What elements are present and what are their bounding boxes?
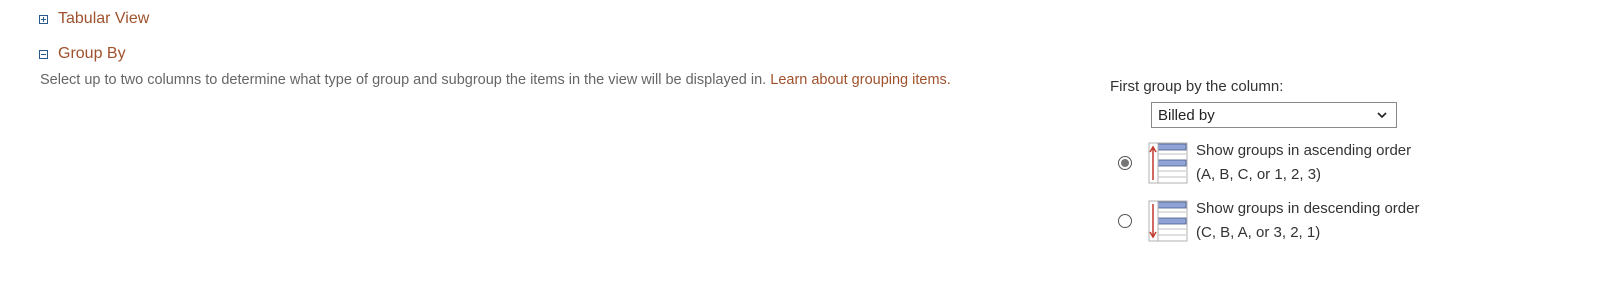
descending-text[interactable]: Show groups in descending order (C, B, A… [1196,197,1419,245]
ascending-text[interactable]: Show groups in ascending order (A, B, C,… [1196,139,1411,187]
description-text: Select up to two columns to determine wh… [40,72,767,88]
sort-descending-icon [1148,200,1188,242]
ascending-radio[interactable] [1118,156,1132,170]
ascending-line1: Show groups in ascending order [1196,142,1412,159]
learn-about-grouping-link[interactable]: Learn about grouping items. [770,72,951,88]
tabular-view-header[interactable]: Tabular View [39,10,149,28]
first-group-label: First group by the column: [1110,78,1284,95]
group-by-panel: First group by the column: Billed by Sho… [1110,78,1590,246]
descending-radio[interactable] [1118,214,1132,228]
descending-line1: Show groups in descending order [1196,200,1420,217]
descending-line2: (C, B, A, or 3, 2, 1) [1196,224,1321,241]
group-by-header[interactable]: Group By [39,45,126,63]
sort-ascending-icon [1148,142,1188,184]
chevron-down-icon [1377,112,1387,119]
expand-plus-icon[interactable] [39,14,48,24]
selected-column-value: Billed by [1158,106,1215,124]
ascending-line2: (A, B, C, or 1, 2, 3) [1196,166,1322,183]
descending-option[interactable]: Show groups in descending order (C, B, A… [1118,196,1590,246]
page: Tabular View Group By Select up to two c… [0,0,1613,283]
tabular-view-title[interactable]: Tabular View [58,10,149,28]
ascending-option[interactable]: Show groups in ascending order (A, B, C,… [1118,138,1590,188]
group-by-title[interactable]: Group By [58,45,126,63]
collapse-minus-icon[interactable] [39,49,48,59]
group-by-description: Select up to two columns to determine wh… [40,72,951,88]
first-group-column-select[interactable]: Billed by [1151,102,1397,128]
